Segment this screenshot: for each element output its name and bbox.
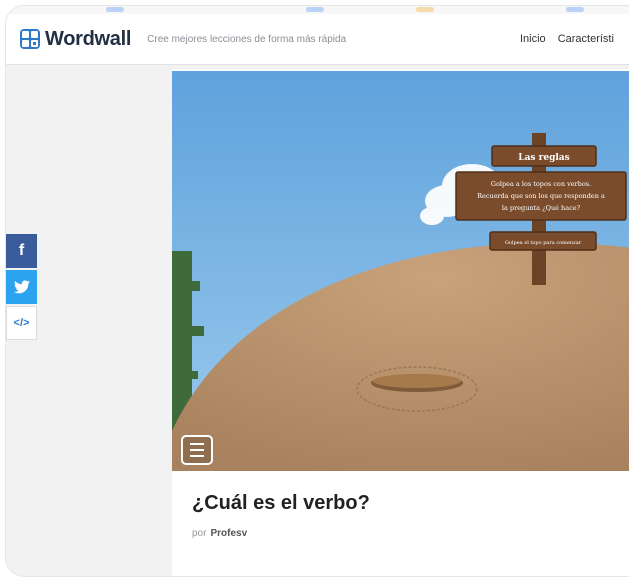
facebook-share-button[interactable]: f (6, 234, 37, 268)
embed-button[interactable]: </> (6, 306, 37, 340)
nav-inicio[interactable]: Inicio (520, 33, 546, 45)
wordwall-logo-icon (20, 29, 40, 49)
sign-start-button: Golpea el topo para comenzar (505, 240, 582, 246)
game-scene: Las reglas Golpea a los topos con verbos… (172, 71, 629, 471)
activity-byline: por Profesv (192, 528, 247, 539)
facebook-icon: f (18, 242, 25, 259)
twitter-share-button[interactable] (6, 270, 37, 304)
nav-caracteristicas[interactable]: Característi (558, 33, 614, 45)
menu-icon-line (190, 443, 204, 445)
site-header: Wordwall Cree mejores lecciones de forma… (6, 14, 629, 65)
sign-title: Las reglas (518, 153, 569, 163)
game-menu-button[interactable] (181, 435, 213, 465)
wordwall-logo[interactable]: Wordwall (20, 28, 131, 51)
menu-icon-line (190, 455, 204, 457)
activity-title: ¿Cuál es el verbo? (192, 492, 370, 514)
browser-frame: Wordwall Cree mejores lecciones de forma… (6, 6, 629, 576)
main-nav: Inicio Característi (520, 14, 626, 64)
tagline: Cree mejores lecciones de forma más rápi… (147, 33, 347, 45)
sign-line-2: Recuerda que son los que responden a (477, 192, 605, 200)
menu-icon-line (190, 449, 204, 451)
sign-line-1: Golpea a los topos con verbos. (491, 180, 591, 188)
by-label: por (192, 528, 207, 539)
logo-text: Wordwall (45, 27, 132, 50)
embed-code-icon: </> (13, 317, 30, 329)
activity-card: Las reglas Golpea a los topos con verbos… (172, 69, 629, 576)
share-sidebar: f </> (6, 234, 37, 342)
sign-line-3: la pregunta ¿Qué hace? (502, 204, 581, 212)
game-viewport[interactable]: Las reglas Golpea a los topos con verbos… (172, 71, 629, 471)
twitter-icon (13, 280, 30, 294)
author-link[interactable]: Profesv (210, 528, 247, 539)
top-sliver (6, 6, 629, 14)
